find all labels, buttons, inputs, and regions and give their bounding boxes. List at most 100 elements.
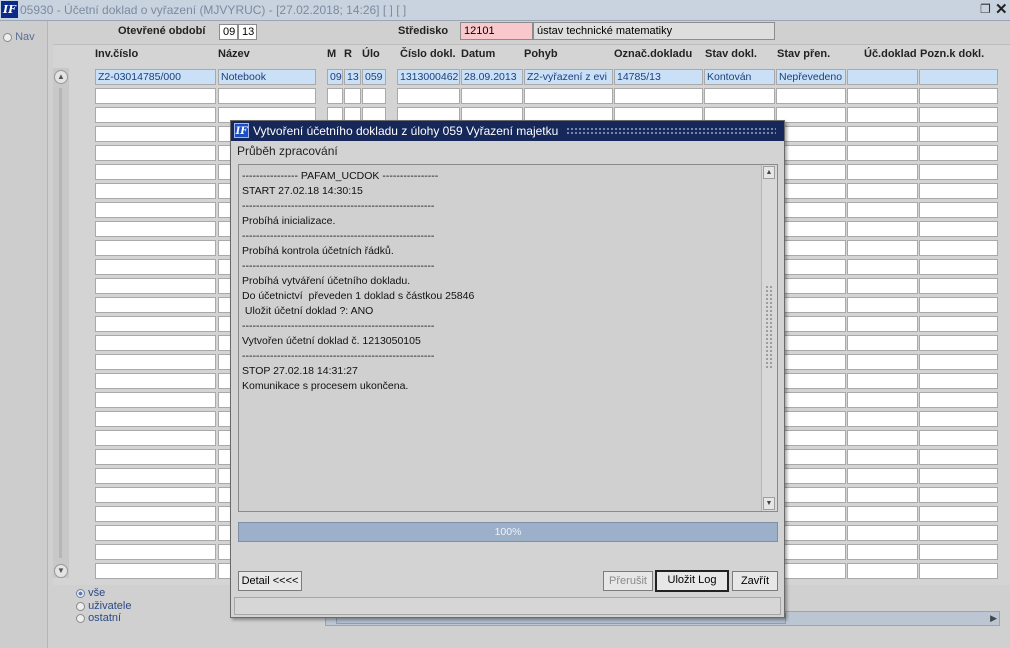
log-scrollbar[interactable]: ▲ ▼ — [761, 165, 777, 511]
column-header[interactable]: Úč.doklad — [864, 48, 917, 60]
table-cell[interactable]: Kontován — [704, 69, 775, 85]
table-cell[interactable]: Nepřevedeno — [776, 69, 846, 85]
table-cell[interactable] — [95, 202, 216, 218]
save-log-button[interactable]: Uložit Log — [655, 570, 729, 592]
log-scroll-down-icon[interactable]: ▼ — [763, 497, 775, 510]
table-cell[interactable] — [95, 335, 216, 351]
table-cell[interactable] — [847, 430, 918, 446]
vertical-scrollbar[interactable]: ▲ ▼ — [53, 68, 69, 578]
table-cell[interactable] — [919, 297, 998, 313]
table-cell[interactable] — [847, 88, 918, 104]
table-cell[interactable] — [95, 392, 216, 408]
table-cell[interactable]: 1313000462 — [397, 69, 460, 85]
table-cell[interactable] — [95, 373, 216, 389]
table-cell[interactable] — [919, 316, 998, 332]
column-header[interactable]: M — [327, 48, 336, 60]
table-cell[interactable] — [95, 145, 216, 161]
scroll-right-icon[interactable]: ▶ — [990, 613, 997, 624]
table-cell[interactable] — [461, 88, 523, 104]
table-cell[interactable] — [919, 411, 998, 427]
table-cell[interactable] — [847, 411, 918, 427]
table-cell[interactable] — [776, 563, 846, 579]
table-cell[interactable] — [776, 411, 846, 427]
column-header[interactable]: Pohyb — [524, 48, 558, 60]
table-cell[interactable] — [95, 278, 216, 294]
table-cell[interactable] — [776, 373, 846, 389]
table-cell[interactable] — [847, 202, 918, 218]
log-output-box[interactable]: ---------------- PAFAM_UCDOK -----------… — [238, 164, 778, 512]
table-cell[interactable] — [847, 278, 918, 294]
column-header[interactable]: Označ.dokladu — [614, 48, 692, 60]
table-cell[interactable] — [919, 278, 998, 294]
filter-users-radio-icon[interactable] — [76, 601, 85, 611]
table-cell[interactable] — [847, 449, 918, 465]
filter-others-option[interactable]: ostatní — [76, 612, 121, 624]
table-cell[interactable] — [95, 487, 216, 503]
filter-all-radio-icon[interactable] — [76, 588, 85, 598]
table-cell[interactable] — [776, 126, 846, 142]
table-cell[interactable] — [919, 487, 998, 503]
table-cell[interactable] — [95, 449, 216, 465]
table-cell[interactable]: 28.09.2013 — [461, 69, 523, 85]
table-cell[interactable] — [776, 221, 846, 237]
table-cell[interactable] — [95, 411, 216, 427]
table-cell[interactable] — [95, 544, 216, 560]
table-cell[interactable] — [397, 88, 460, 104]
column-header[interactable]: Stav přen. — [777, 48, 830, 60]
table-cell[interactable] — [776, 278, 846, 294]
table-cell[interactable]: Z2-03014785/000 — [95, 69, 216, 85]
table-cell[interactable] — [919, 430, 998, 446]
table-cell[interactable] — [847, 164, 918, 180]
table-cell[interactable] — [95, 107, 216, 123]
scroll-up-icon[interactable]: ▲ — [54, 70, 68, 84]
column-header[interactable]: Číslo dokl. — [400, 48, 456, 60]
scroll-grip-icon[interactable] — [765, 285, 773, 370]
dialog-title-bar[interactable]: IF Vytvoření účetního dokladu z úlohy 05… — [231, 121, 784, 141]
table-cell[interactable] — [95, 354, 216, 370]
table-cell[interactable] — [919, 240, 998, 256]
table-cell[interactable] — [847, 221, 918, 237]
period-month-field[interactable]: 09 — [219, 24, 238, 40]
table-cell[interactable] — [919, 145, 998, 161]
table-cell[interactable] — [524, 88, 613, 104]
table-cell[interactable] — [919, 449, 998, 465]
drag-grip-icon[interactable] — [566, 127, 776, 135]
table-cell[interactable] — [776, 107, 846, 123]
table-cell[interactable] — [919, 107, 998, 123]
table-cell[interactable] — [919, 525, 998, 541]
table-cell[interactable] — [327, 88, 343, 104]
period-year-field[interactable]: 13 — [238, 24, 257, 40]
table-cell[interactable] — [776, 145, 846, 161]
table-cell[interactable]: 14785/13 — [614, 69, 703, 85]
table-cell[interactable] — [776, 164, 846, 180]
scroll-down-icon[interactable]: ▼ — [54, 564, 68, 578]
table-cell[interactable] — [776, 240, 846, 256]
interrupt-button[interactable]: Přerušit — [603, 571, 653, 591]
table-cell[interactable] — [919, 126, 998, 142]
table-cell[interactable] — [919, 392, 998, 408]
table-cell[interactable] — [776, 297, 846, 313]
table-cell[interactable] — [776, 335, 846, 351]
filter-all-option[interactable]: vše — [76, 587, 105, 599]
table-cell[interactable] — [776, 506, 846, 522]
table-cell[interactable] — [919, 88, 998, 104]
table-cell[interactable] — [919, 563, 998, 579]
table-cell[interactable]: 13 — [344, 69, 361, 85]
column-header[interactable]: Inv.číslo — [95, 48, 138, 60]
table-cell[interactable] — [776, 202, 846, 218]
table-cell[interactable] — [614, 88, 703, 104]
table-cell[interactable] — [776, 468, 846, 484]
filter-others-radio-icon[interactable] — [76, 613, 85, 623]
table-cell[interactable] — [847, 69, 918, 85]
table-cell[interactable] — [776, 544, 846, 560]
table-cell[interactable] — [95, 240, 216, 256]
table-cell[interactable] — [847, 487, 918, 503]
table-cell[interactable] — [776, 449, 846, 465]
table-cell[interactable] — [776, 183, 846, 199]
table-cell[interactable] — [847, 183, 918, 199]
table-cell[interactable] — [919, 69, 998, 85]
table-cell[interactable] — [919, 202, 998, 218]
restore-icon[interactable]: ❐ — [980, 2, 991, 16]
table-cell[interactable] — [919, 183, 998, 199]
table-cell[interactable] — [776, 430, 846, 446]
